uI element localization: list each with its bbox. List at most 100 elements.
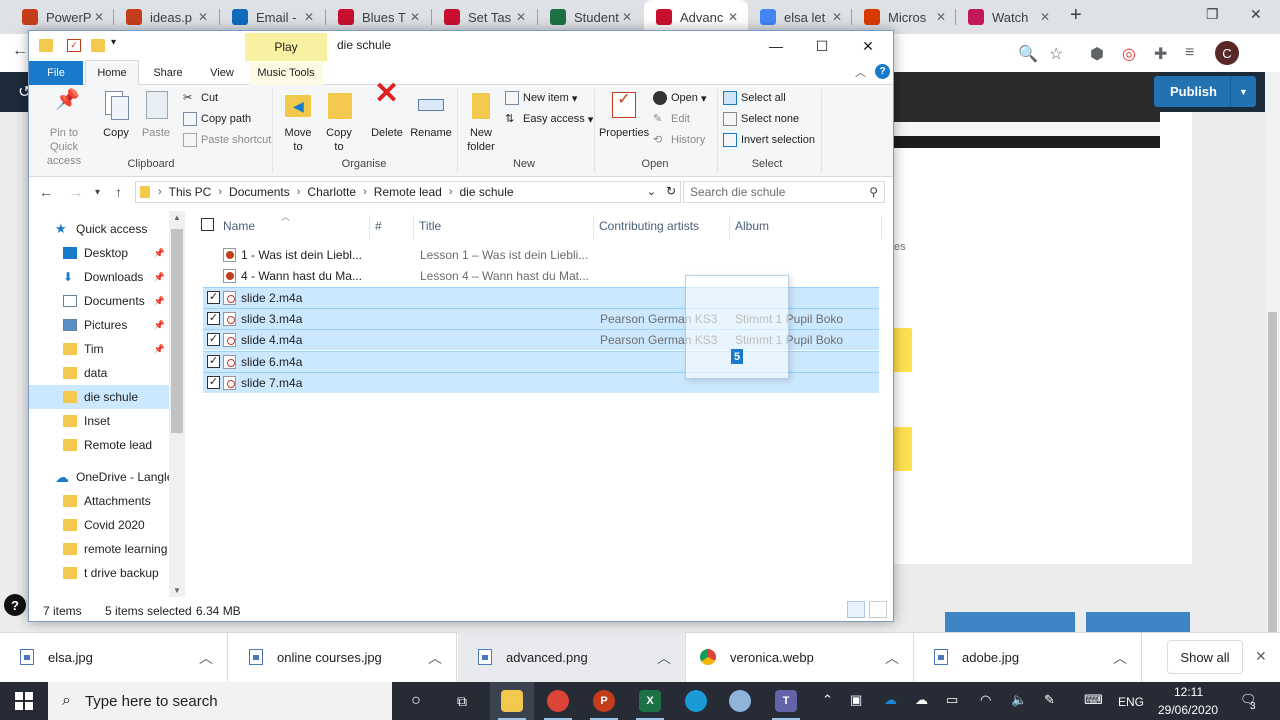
taskbar-search-box[interactable]: ⌕ Type here to search <box>48 682 392 720</box>
language-indicator[interactable]: ENG <box>1118 695 1144 709</box>
browser-tab[interactable]: elsa let ✕ <box>748 0 852 34</box>
download-item[interactable]: online courses.jpg ︿ <box>229 632 457 682</box>
page-button-bookmark[interactable] <box>945 612 1075 632</box>
close-button[interactable]: ✕ <box>845 31 891 61</box>
onedrive-personal-icon[interactable]: ☁ <box>915 692 928 708</box>
browser-close-button[interactable]: ✕ <box>1250 6 1262 23</box>
tab-close-icon[interactable]: ✕ <box>410 10 420 24</box>
row-checkbox[interactable]: ✓ <box>207 355 220 368</box>
download-menu-icon[interactable]: ︿ <box>657 648 671 668</box>
tab-close-icon[interactable]: ✕ <box>304 10 314 24</box>
large-icons-view-icon[interactable] <box>869 601 887 618</box>
task-view-button[interactable]: ⧉ <box>440 682 484 720</box>
row-checkbox[interactable]: ✓ <box>207 312 220 325</box>
download-item[interactable]: veronica.webp ︿ <box>686 632 914 682</box>
download-item[interactable]: adobe.jpg ︿ <box>914 632 1142 682</box>
help-question-icon[interactable]: ? <box>4 594 26 616</box>
breadcrumb-remote-lead[interactable]: Remote lead <box>374 185 442 199</box>
taskbar-powerpoint[interactable]: P <box>582 682 626 720</box>
nav-item[interactable]: Desktop 📌 <box>29 241 169 265</box>
open-button[interactable]: Open ▾ <box>653 91 707 105</box>
browser-tab[interactable]: Student ✕ <box>538 0 642 34</box>
tray-overflow-icon[interactable]: ⌃ <box>822 692 833 708</box>
move-to-button[interactable]: ◀ Move to <box>281 89 315 154</box>
invert-selection-button[interactable]: Invert selection <box>723 133 815 147</box>
forward-arrow-icon[interactable]: → <box>69 184 83 200</box>
download-menu-icon[interactable]: ︿ <box>885 648 899 668</box>
breadcrumb-this-pc[interactable]: This PC <box>169 185 212 199</box>
taskbar-chrome[interactable] <box>536 682 580 720</box>
customize-toolbar-icon[interactable]: ▾ <box>111 37 116 48</box>
history-button[interactable]: ⟲ History <box>653 133 705 147</box>
taskbar-excel[interactable]: X <box>628 682 672 720</box>
browser-tab[interactable]: PowerP ✕ <box>10 0 114 34</box>
tab-close-icon[interactable]: ✕ <box>728 10 738 24</box>
refresh-icon[interactable]: ↻ <box>666 184 676 198</box>
paste-shortcut-button[interactable]: Paste shortcut <box>183 133 271 147</box>
new-item-button[interactable]: New item ▾ <box>505 91 577 105</box>
bookmark-star-icon[interactable]: ☆ <box>1049 44 1063 64</box>
rename-button[interactable]: Rename <box>409 89 453 140</box>
tab-home[interactable]: Home <box>85 60 139 85</box>
select-none-button[interactable]: Select none <box>723 112 799 126</box>
nav-item[interactable]: Covid 2020 <box>29 513 169 537</box>
new-folder-button[interactable]: New folder <box>463 89 499 154</box>
cut-button[interactable]: ✂ Cut <box>183 91 218 105</box>
browser-back-icon[interactable]: ← <box>12 42 28 60</box>
new-tab-button[interactable]: + <box>1070 4 1082 27</box>
nav-item[interactable]: data <box>29 361 169 385</box>
taskbar-edge[interactable] <box>674 682 718 720</box>
browser-tab[interactable]: ideas.p ✕ <box>114 0 218 34</box>
details-view-icon[interactable] <box>847 601 865 618</box>
keyboard-icon[interactable]: ⌨ <box>1084 692 1103 708</box>
select-all-button[interactable]: Select all <box>723 91 786 105</box>
profile-avatar[interactable]: C <box>1215 41 1239 65</box>
new-folder-icon[interactable] <box>91 39 105 52</box>
download-item[interactable]: elsa.jpg ︿ <box>0 632 228 682</box>
media-queue-icon[interactable]: ≡ <box>1185 44 1194 62</box>
address-bar[interactable]: › This PC › Documents › Charlotte › Remote … <box>135 181 681 203</box>
navigation-pane-scrollbar[interactable]: ▲ ▼ <box>169 211 185 597</box>
battery-icon[interactable]: ▭ <box>946 692 958 708</box>
pin-quick-access-button[interactable]: 📌 Pin to Quick access <box>35 89 93 168</box>
edit-button[interactable]: ✎ Edit <box>653 112 690 126</box>
show-all-downloads-button[interactable]: Show all <box>1167 640 1243 674</box>
extensions-puzzle-icon[interactable]: ✚ <box>1154 44 1167 64</box>
tray-app-icon[interactable]: ▣ <box>850 692 862 708</box>
tab-music-tools[interactable]: Music Tools <box>249 61 323 85</box>
taskbar-mascot-app[interactable] <box>718 682 762 720</box>
browser-tab[interactable]: Email - ✕ <box>220 0 324 34</box>
tab-close-icon[interactable]: ✕ <box>198 10 208 24</box>
file-row[interactable]: 1 - Was ist dein Liebl... Lesson 1 – Was … <box>203 245 879 266</box>
tab-share[interactable]: Share <box>141 61 195 85</box>
column-header-number[interactable]: # <box>375 219 382 233</box>
maximize-button[interactable]: ☐ <box>799 31 845 61</box>
column-header-album[interactable]: Album <box>735 219 769 233</box>
nav-item[interactable]: ⬇ Downloads 📌 <box>29 265 169 289</box>
page-scrollbar[interactable] <box>1265 72 1280 652</box>
column-header-contributing-artists[interactable]: Contributing artists <box>599 219 699 233</box>
properties-check-icon[interactable]: ✓ <box>67 39 81 52</box>
browser-tab[interactable]: Blues T ✕ <box>326 0 430 34</box>
nav-item[interactable]: Documents 📌 <box>29 289 169 313</box>
properties-button[interactable]: ✓ Properties <box>599 89 649 140</box>
ribbon-collapse-icon[interactable]: ︿ <box>855 64 866 80</box>
breadcrumb-die-schule[interactable]: die schule <box>460 185 514 199</box>
back-arrow-icon[interactable]: ← <box>39 184 53 200</box>
nav-item[interactable]: Attachments <box>29 489 169 513</box>
nav-item[interactable]: Tim 📌 <box>29 337 169 361</box>
browser-tab[interactable]: Advanc ✕ <box>644 0 748 34</box>
select-all-checkbox[interactable] <box>201 218 214 231</box>
browser-tab[interactable]: Watch ✕ <box>956 0 1060 34</box>
breadcrumb-charlotte[interactable]: Charlotte <box>307 185 356 199</box>
nav-item[interactable]: ☁ OneDrive - Langle <box>29 465 173 489</box>
onedrive-cloud-icon[interactable]: ☁ <box>884 692 897 708</box>
tab-file[interactable]: File <box>29 61 83 85</box>
delete-button[interactable]: ✕ Delete <box>369 79 405 140</box>
nav-item[interactable]: t drive backup <box>29 561 169 585</box>
copy-to-button[interactable]: Copy to <box>321 89 357 154</box>
nav-item[interactable]: ★ Quick access <box>29 217 169 241</box>
wifi-icon[interactable]: ◠ <box>980 692 991 708</box>
breadcrumb-documents[interactable]: Documents <box>229 185 290 199</box>
recent-locations-icon[interactable]: ▾ <box>95 187 100 198</box>
